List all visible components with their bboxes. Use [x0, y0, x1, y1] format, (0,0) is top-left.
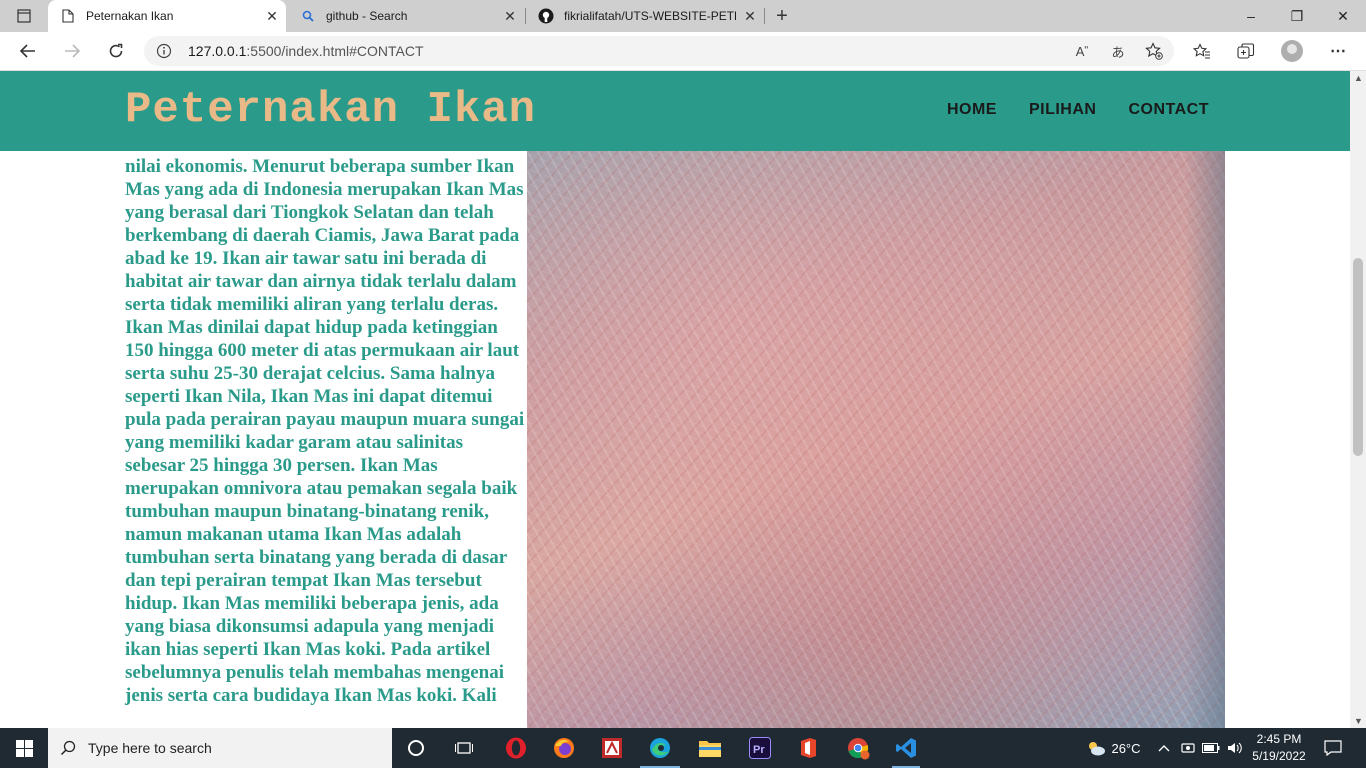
taskbar-search[interactable]: Type here to search — [48, 728, 392, 768]
office-icon[interactable] — [784, 728, 832, 768]
translate-icon[interactable]: あ — [1105, 40, 1131, 62]
site-nav: HOME PILIHAN CONTACT — [947, 101, 1209, 119]
back-icon[interactable] — [12, 36, 44, 66]
browser-toolbar: 127.0.0.1:5500/index.html#CONTACT Aʺ あ ⋯ — [0, 32, 1366, 71]
favorite-add-icon[interactable] — [1141, 40, 1167, 62]
close-icon[interactable]: ✕ — [736, 4, 764, 28]
filezilla-icon[interactable] — [588, 728, 636, 768]
battery-icon[interactable] — [1200, 728, 1222, 768]
site-logo[interactable]: Peternakan Ikan — [125, 85, 536, 135]
address-bar[interactable]: 127.0.0.1:5500/index.html#CONTACT Aʺ あ — [144, 36, 1174, 66]
tab-divider — [764, 8, 765, 24]
profile-avatar[interactable] — [1276, 36, 1308, 66]
premiere-icon[interactable]: Pr — [736, 728, 784, 768]
collections-icon[interactable] — [1230, 36, 1262, 66]
firefox-icon[interactable] — [540, 728, 588, 768]
minimize-button[interactable]: – — [1228, 0, 1274, 32]
clock-time: 2:45 PM — [1256, 732, 1302, 746]
fish-pond-photo — [527, 71, 1225, 728]
opera-icon[interactable] — [492, 728, 540, 768]
page-viewport: nilai ekonomis. Menurut beberapa sumber … — [0, 71, 1350, 728]
tab-title: Peternakan Ikan — [86, 9, 174, 23]
close-icon[interactable]: ✕ — [258, 4, 286, 28]
taskbar-clock[interactable]: 2:45 PM 5/19/2022 — [1248, 731, 1310, 765]
meet-now-icon[interactable] — [1178, 728, 1198, 768]
browser-tab-strip: Peternakan Ikan ✕ github - Search ✕ fikr… — [0, 0, 1366, 32]
file-explorer-icon[interactable] — [686, 728, 734, 768]
page-icon — [60, 8, 76, 24]
more-menu-icon[interactable]: ⋯ — [1322, 36, 1354, 66]
favorites-icon[interactable] — [1186, 36, 1218, 66]
close-icon[interactable]: ✕ — [496, 4, 524, 28]
notification-icon[interactable] — [1318, 728, 1348, 768]
tab-title: github - Search — [326, 9, 408, 23]
url-text: 127.0.0.1:5500/index.html#CONTACT — [188, 43, 424, 59]
github-icon — [538, 8, 554, 24]
article-text: nilai ekonomis. Menurut beberapa sumber … — [125, 156, 525, 706]
nav-home[interactable]: HOME — [947, 101, 997, 119]
url-host: 127.0.0.1 — [188, 43, 247, 59]
new-tab-button[interactable]: + — [770, 4, 794, 28]
forward-icon[interactable] — [56, 36, 88, 66]
tab-github-search[interactable]: github - Search ✕ — [288, 0, 524, 32]
tab-github-repo[interactable]: fikrialifatah/UTS-WEBSITE-PETER ✕ — [526, 0, 764, 32]
cortana-icon[interactable] — [392, 728, 440, 768]
scroll-down-icon[interactable]: ▼ — [1354, 716, 1363, 726]
clock-date: 5/19/2022 — [1252, 749, 1306, 763]
info-icon[interactable] — [156, 43, 172, 59]
tab-actions-icon[interactable] — [8, 4, 40, 28]
avatar-icon — [1281, 40, 1303, 62]
close-window-button[interactable]: ✕ — [1320, 0, 1366, 32]
tab-title: fikrialifatah/UTS-WEBSITE-PETER — [564, 9, 736, 23]
windows-taskbar: Type here to search Pr 26°C 2:45 PM 5/19… — [0, 728, 1366, 768]
chevron-up-icon[interactable] — [1154, 728, 1174, 768]
windows-logo-icon — [15, 739, 33, 757]
scroll-thumb[interactable] — [1353, 258, 1363, 456]
maximize-button[interactable]: ❐ — [1274, 0, 1320, 32]
tab-peternakan-ikan[interactable]: Peternakan Ikan ✕ — [48, 0, 286, 32]
task-view-icon[interactable] — [440, 728, 488, 768]
chrome-icon[interactable] — [834, 728, 882, 768]
page-scrollbar[interactable]: ▲ ▼ — [1350, 71, 1366, 728]
nav-contact[interactable]: CONTACT — [1128, 101, 1209, 119]
vscode-icon[interactable] — [882, 728, 930, 768]
site-header: Peternakan Ikan HOME PILIHAN CONTACT — [0, 71, 1350, 151]
search-icon — [300, 8, 316, 24]
weather-temp: 26°C — [1111, 740, 1141, 756]
volume-icon[interactable] — [1224, 728, 1246, 768]
search-icon — [48, 740, 88, 756]
nav-pilihan[interactable]: PILIHAN — [1029, 101, 1097, 119]
start-button[interactable] — [0, 728, 48, 768]
scroll-up-icon[interactable]: ▲ — [1354, 73, 1363, 83]
weather-widget[interactable]: 26°C — [1078, 728, 1148, 768]
refresh-icon[interactable] — [100, 36, 132, 66]
read-aloud-icon[interactable]: Aʺ — [1069, 40, 1095, 62]
search-placeholder: Type here to search — [88, 740, 212, 756]
svg-text:Pr: Pr — [753, 744, 765, 756]
url-path: :5500/index.html#CONTACT — [246, 43, 424, 59]
edge-icon[interactable] — [636, 728, 684, 768]
